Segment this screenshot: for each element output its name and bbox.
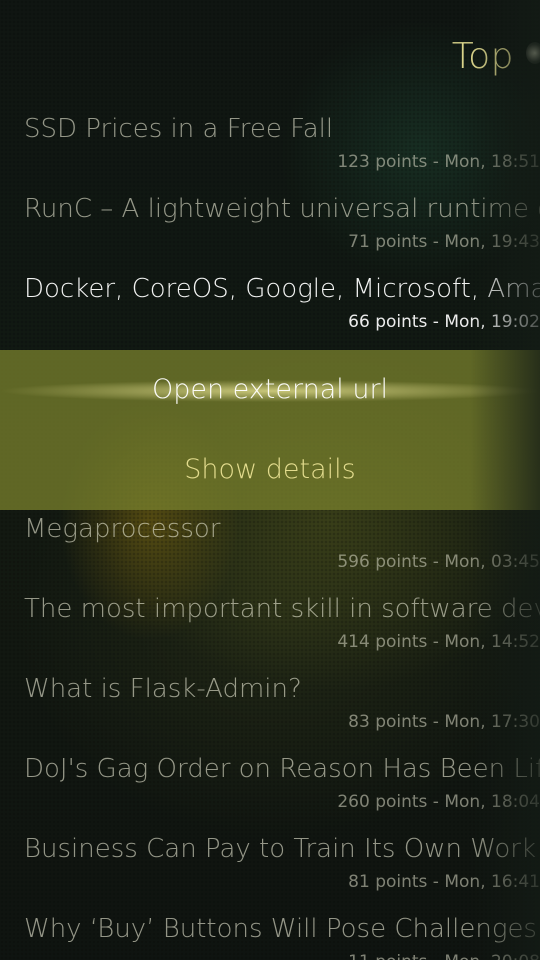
story-meta: 596 points - Mon, 03:45 bbox=[337, 552, 540, 572]
story-title: DoJ's Gag Order on Reason Has Been Lifte… bbox=[24, 754, 540, 784]
story-title: Docker, CoreOS, Google, Microsoft, Amazo… bbox=[24, 274, 540, 304]
list-item[interactable]: Megaprocessor 596 points - Mon, 03:45 bbox=[0, 502, 540, 582]
story-meta: 66 points - Mon, 19:02 bbox=[348, 312, 540, 332]
show-details-menu-item[interactable]: Show details bbox=[0, 430, 540, 510]
list-item[interactable]: The most important skill in software dev… bbox=[0, 582, 540, 662]
open-external-url-menu-item[interactable]: Open external url bbox=[0, 350, 540, 430]
story-title: Megaprocessor bbox=[24, 514, 221, 544]
list-item-selected[interactable]: Docker, CoreOS, Google, Microsoft, Amazo… bbox=[0, 262, 540, 342]
context-menu: Open external url Show details bbox=[0, 350, 540, 510]
story-title: SSD Prices in a Free Fall bbox=[24, 114, 334, 144]
story-meta: 71 points - Mon, 19:43 bbox=[348, 232, 540, 252]
story-meta: 260 points - Mon, 18:04 bbox=[337, 792, 540, 812]
list-item[interactable]: DoJ's Gag Order on Reason Has Been Lifte… bbox=[0, 742, 540, 822]
list-item[interactable]: RunC – A lightweight universal runtime c… bbox=[0, 182, 540, 262]
story-meta: 83 points - Mon, 17:30 bbox=[348, 712, 540, 732]
list-item[interactable]: Why ‘Buy’ Buttons Will Pose Challenges f… bbox=[0, 902, 540, 960]
story-meta: 81 points - Mon, 16:41 bbox=[348, 872, 540, 892]
list-item[interactable]: SSD Prices in a Free Fall 123 points - M… bbox=[0, 102, 540, 182]
story-title: What is Flask-Admin? bbox=[24, 674, 302, 704]
story-meta: 123 points - Mon, 18:51 bbox=[337, 152, 540, 172]
list-item[interactable]: What is Flask-Admin? 83 points - Mon, 17… bbox=[0, 662, 540, 742]
page-title: Top bbox=[451, 36, 514, 77]
story-title: The most important skill in software dev… bbox=[24, 594, 540, 624]
list-item[interactable]: Business Can Pay to Train Its Own Work F… bbox=[0, 822, 540, 902]
story-title: RunC – A lightweight universal runtime c… bbox=[24, 194, 540, 224]
story-title: Why ‘Buy’ Buttons Will Pose Challenges f… bbox=[24, 914, 540, 944]
story-meta: 414 points - Mon, 14:52 bbox=[337, 632, 540, 652]
pulley-glow-icon bbox=[526, 42, 540, 64]
story-title: Business Can Pay to Train Its Own Work F… bbox=[24, 834, 540, 864]
screen: Top SSD Prices in a Free Fall 123 points… bbox=[0, 0, 540, 960]
story-meta: 11 points - Mon, 20:08 bbox=[348, 952, 540, 960]
